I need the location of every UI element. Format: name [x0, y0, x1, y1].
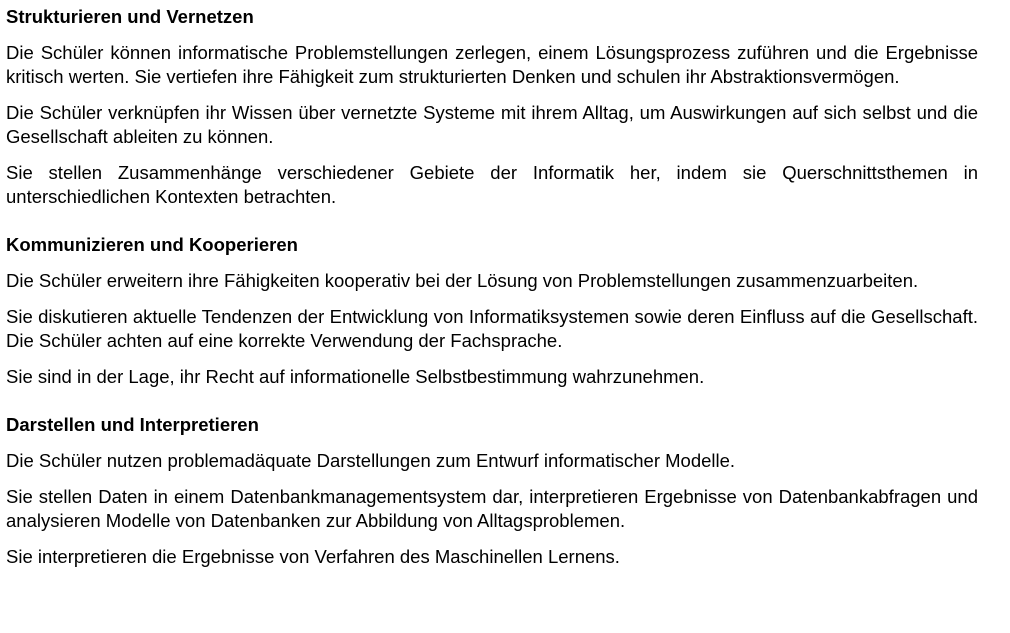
- paragraph: Sie interpretieren die Ergebnisse von Ve…: [6, 546, 620, 567]
- document-page: Strukturieren und Vernetzen Die Schüler …: [0, 0, 1010, 569]
- paragraph: Sie sind in der Lage, ihr Recht auf info…: [6, 366, 705, 387]
- paragraph: Sie stellen Daten in einem Datenbankmana…: [6, 486, 978, 531]
- section-heading: Strukturieren und Vernetzen: [6, 6, 254, 27]
- paragraph: Die Schüler können informatische Problem…: [6, 42, 978, 87]
- paragraph: Die Schüler erweitern ihre Fähigkeiten k…: [6, 270, 919, 291]
- paragraph: Die Schüler verknüpfen ihr Wissen über v…: [6, 102, 978, 147]
- section-darstellen-und-interpretieren: Darstellen und Interpretieren Die Schüle…: [6, 413, 978, 569]
- section-strukturieren-und-vernetzen: Strukturieren und Vernetzen Die Schüler …: [6, 5, 978, 209]
- section-heading: Kommunizieren und Kooperieren: [6, 234, 298, 255]
- paragraph: Die Schüler nutzen problemadäquate Darst…: [6, 450, 736, 471]
- section-kommunizieren-und-kooperieren: Kommunizieren und Kooperieren Die Schüle…: [6, 233, 978, 389]
- section-heading: Darstellen und Interpretieren: [6, 414, 259, 435]
- paragraph: Sie diskutieren aktuelle Tendenzen der E…: [6, 306, 978, 351]
- paragraph: Sie stellen Zusammenhänge verschiedener …: [6, 162, 978, 207]
